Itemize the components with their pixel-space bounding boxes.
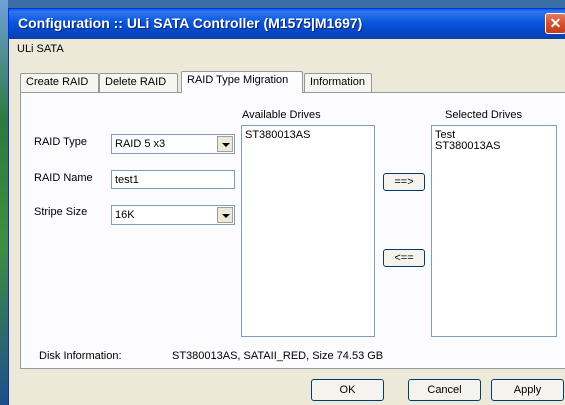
raid-type-label: RAID Type: [34, 136, 87, 148]
ok-button[interactable]: OK: [311, 379, 384, 401]
selected-drives-list[interactable]: Test ST380013AS: [431, 125, 557, 337]
chevron-down-icon[interactable]: [217, 136, 233, 152]
close-icon: ✕: [549, 15, 562, 31]
stripe-size-label: Stripe Size: [34, 206, 88, 218]
tab-panel-raid-type-migration: RAID Type RAID 5 x3 RAID Name test1 Stri…: [20, 92, 565, 369]
disk-info-value: ST380013AS, SATAII_RED, Size 74.53 GB: [172, 350, 384, 362]
list-item[interactable]: ST380013AS: [242, 126, 374, 141]
tab-delete-raid[interactable]: Delete RAID: [99, 73, 178, 92]
raid-type-select[interactable]: RAID 5 x3: [111, 134, 235, 154]
list-item[interactable]: Test: [432, 126, 556, 141]
available-drives-list[interactable]: ST380013AS: [241, 125, 375, 337]
raid-name-label: RAID Name: [34, 172, 93, 184]
title-bar[interactable]: Configuration :: ULi SATA Controller (M1…: [9, 9, 565, 39]
desktop-background: [0, 0, 8, 405]
dialog-button-bar: OK Cancel Apply: [9, 375, 565, 405]
cancel-button[interactable]: Cancel: [408, 379, 481, 401]
remove-drive-button[interactable]: <==: [383, 249, 425, 267]
disk-info-label: Disk Information:: [39, 350, 122, 362]
stripe-size-select[interactable]: 16K: [111, 205, 235, 225]
window-title: Configuration :: ULi SATA Controller (M1…: [18, 15, 363, 31]
stripe-size-value: 16K: [115, 209, 135, 221]
tab-raid-type-migration[interactable]: RAID Type Migration: [181, 71, 303, 93]
chevron-down-icon[interactable]: [217, 207, 233, 223]
menu-bar: ULi SATA: [9, 39, 565, 59]
tab-create-raid[interactable]: Create RAID: [20, 73, 99, 92]
raid-name-input[interactable]: test1: [111, 170, 235, 189]
raid-type-value: RAID 5 x3: [115, 138, 166, 150]
available-drives-header: Available Drives: [242, 109, 321, 121]
close-button[interactable]: ✕: [545, 13, 565, 34]
raid-name-value: test1: [115, 174, 139, 186]
configuration-dialog: Configuration :: ULi SATA Controller (M1…: [8, 8, 565, 405]
menu-uli-sata[interactable]: ULi SATA: [17, 43, 64, 55]
add-drive-button[interactable]: ==>: [383, 173, 425, 191]
tab-information[interactable]: Information: [304, 73, 372, 92]
selected-drives-header: Selected Drives: [445, 109, 523, 121]
list-item[interactable]: ST380013AS: [432, 141, 556, 152]
apply-button[interactable]: Apply: [491, 379, 564, 401]
